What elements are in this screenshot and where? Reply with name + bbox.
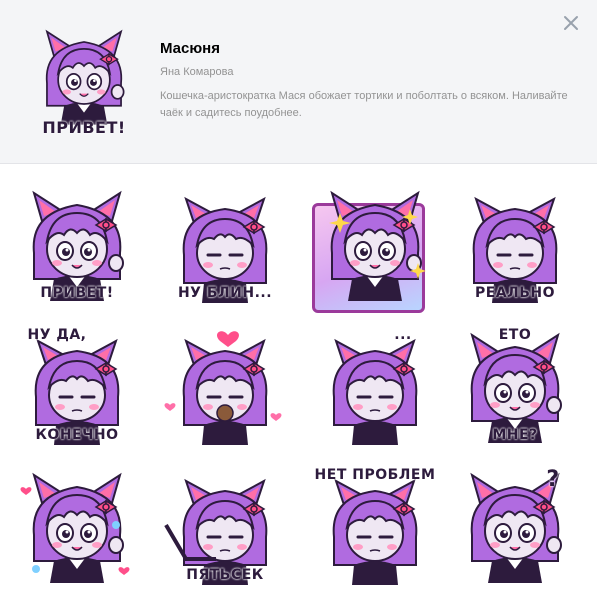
sticker-caption: РЕАЛЬНО xyxy=(474,285,556,301)
sticker-caption-top: НЕТ ПРОБЛЕМ xyxy=(314,467,436,483)
sticker-caption-top: ... xyxy=(394,327,412,343)
close-button[interactable] xyxy=(560,12,582,34)
cat-girl-sad-illustration xyxy=(332,339,418,447)
sticker-item[interactable]: ... xyxy=(310,325,440,455)
sticker-caption-top: ЕТО xyxy=(498,327,532,343)
sticker-caption-top: НУ ДА, xyxy=(27,327,87,343)
pack-title: Масюня xyxy=(160,40,220,57)
pack-description: Кошечка-аристократка Мася обожает тортик… xyxy=(160,90,568,119)
sticker-grid: ПРИВЕТ! НУ БЛИН... РЕАЛЬНО НУ ДА, КОНЕЧН… xyxy=(0,165,597,600)
sticker-caption: КОНЕЧНО xyxy=(35,427,119,443)
sticker-item[interactable]: НУ БЛИН... xyxy=(160,183,290,313)
cover-caption: ПРИВЕТ! xyxy=(42,118,126,137)
sticker-item[interactable]: ? xyxy=(450,465,580,595)
sticker-caption: НУ БЛИН... xyxy=(177,285,273,301)
sticker-item[interactable]: НУ ДА, КОНЕЧНО xyxy=(12,325,142,455)
sticker-pack-modal: ПРИВЕТ! Масюня Яна Комарова Кошечка-арис… xyxy=(0,0,597,600)
cat-girl-sparkle-eyes-illustration xyxy=(329,192,426,302)
sticker-caption-top: ? xyxy=(546,467,560,492)
sticker-item[interactable]: НЕТ ПРОБЛЕМ xyxy=(310,465,440,595)
sticker-item-selected[interactable] xyxy=(310,183,440,313)
cat-girl-eating-cookie-illustration xyxy=(164,331,282,447)
sticker-caption: ПРИВЕТ! xyxy=(40,285,114,301)
sticker-item[interactable]: ЕТО МНЕ? xyxy=(450,325,580,455)
pack-header: ПРИВЕТ! Масюня Яна Комарова Кошечка-арис… xyxy=(0,0,597,164)
cat-girl-crying-hearts-illustration xyxy=(20,474,130,584)
sticker-item[interactable]: ПЯТЬСЕК xyxy=(160,465,290,595)
sticker-item[interactable]: ПРИВЕТ! xyxy=(12,183,142,313)
sticker-item[interactable] xyxy=(12,465,142,595)
pack-author: Яна Комарова xyxy=(160,66,234,78)
sticker-item[interactable] xyxy=(160,325,290,455)
close-icon xyxy=(564,16,578,30)
cat-girl-calm-illustration xyxy=(332,479,418,587)
sticker-caption: ПЯТЬСЕК xyxy=(186,567,264,583)
pack-cover-sticker: ПРИВЕТ! xyxy=(28,14,140,144)
sticker-caption: МНЕ? xyxy=(492,427,538,443)
sticker-item[interactable]: РЕАЛЬНО xyxy=(450,183,580,313)
